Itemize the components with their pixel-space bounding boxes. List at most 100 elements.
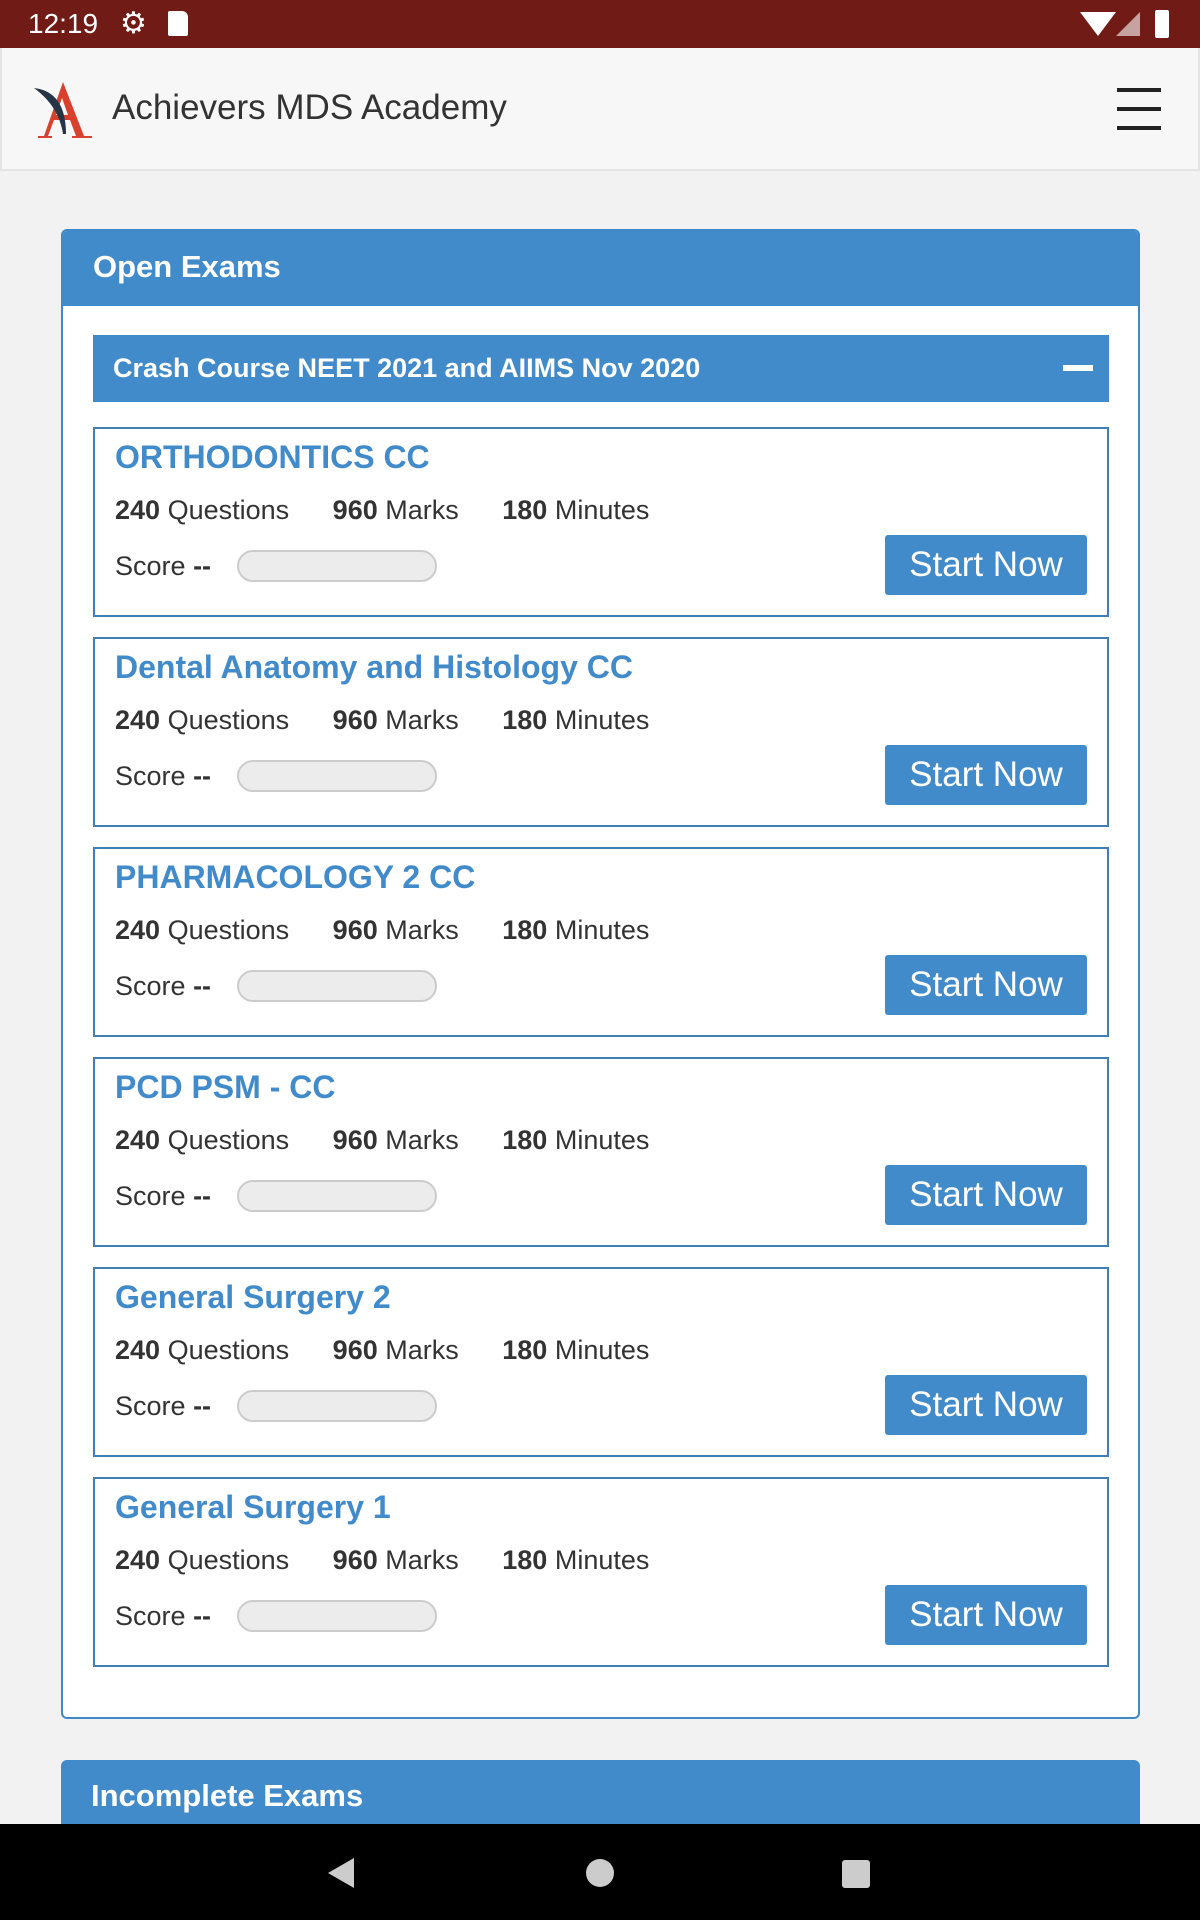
questions-count: 240 — [115, 1125, 161, 1155]
open-exams-title: Open Exams — [63, 231, 1138, 306]
score: Score -- — [115, 761, 211, 792]
score-value: -- — [193, 1181, 212, 1211]
course-section-header[interactable]: Crash Course NEET 2021 and AIIMS Nov 202… — [93, 335, 1109, 402]
navigation-bar — [0, 1824, 1200, 1920]
marks-count: 960 — [332, 705, 378, 735]
exam-card: PHARMACOLOGY 2 CC 240 Questions 960 Mark… — [93, 847, 1109, 1037]
status-bar: 12:19 ⚙ — [0, 0, 1200, 48]
battery-icon — [1155, 10, 1169, 38]
minutes-label: Minutes — [554, 1125, 650, 1155]
questions-label: Questions — [167, 1335, 290, 1365]
marks-label: Marks — [385, 1335, 459, 1365]
score-label: Score — [115, 761, 186, 791]
marks-count: 960 — [332, 915, 378, 945]
score-label: Score — [115, 551, 186, 581]
settings-icon: ⚙ — [120, 7, 147, 40]
score: Score -- — [115, 1601, 211, 1632]
questions-count: 240 — [115, 1545, 161, 1575]
marks-count: 960 — [332, 1545, 378, 1575]
minutes-label: Minutes — [554, 705, 650, 735]
exam-stats: 240 Questions 960 Marks 180 Minutes — [115, 495, 649, 526]
exam-stats: 240 Questions 960 Marks 180 Minutes — [115, 705, 649, 736]
score-label: Score — [115, 1601, 186, 1631]
marks-label: Marks — [385, 1125, 459, 1155]
wifi-icon — [1080, 12, 1116, 36]
academy-logo[interactable] — [32, 78, 94, 140]
questions-label: Questions — [167, 915, 290, 945]
exam-title[interactable]: General Surgery 2 — [115, 1279, 391, 1316]
minutes-label: Minutes — [554, 495, 650, 525]
start-now-button[interactable]: Start Now — [885, 1165, 1087, 1225]
start-now-button[interactable]: Start Now — [885, 1585, 1087, 1645]
minutes-count: 180 — [502, 1545, 548, 1575]
minutes-count: 180 — [502, 915, 548, 945]
marks-count: 960 — [332, 1335, 378, 1365]
marks-label: Marks — [385, 705, 459, 735]
questions-count: 240 — [115, 495, 161, 525]
marks-count: 960 — [332, 1125, 378, 1155]
questions-count: 240 — [115, 915, 161, 945]
exam-stats: 240 Questions 960 Marks 180 Minutes — [115, 1335, 649, 1366]
exam-stats: 240 Questions 960 Marks 180 Minutes — [115, 1125, 649, 1156]
course-section-title: Crash Course NEET 2021 and AIIMS Nov 202… — [113, 353, 701, 383]
exam-title[interactable]: Dental Anatomy and Histology CC — [115, 649, 633, 686]
score-value: -- — [193, 1601, 212, 1631]
exam-stats: 240 Questions 960 Marks 180 Minutes — [115, 1545, 649, 1576]
minutes-count: 180 — [502, 495, 548, 525]
minutes-count: 180 — [502, 1125, 548, 1155]
exam-card: PCD PSM - CC 240 Questions 960 Marks 180… — [93, 1057, 1109, 1247]
exam-title[interactable]: ORTHODONTICS CC — [115, 439, 430, 476]
marks-label: Marks — [385, 1545, 459, 1575]
open-exams-panel: Open Exams Crash Course NEET 2021 and AI… — [61, 229, 1140, 1719]
score-progress-bar — [237, 1180, 437, 1212]
score-label: Score — [115, 971, 186, 1001]
questions-label: Questions — [167, 1545, 290, 1575]
questions-label: Questions — [167, 705, 290, 735]
score-progress-bar — [237, 1390, 437, 1422]
score-value: -- — [193, 1391, 212, 1421]
signal-icon — [1116, 12, 1140, 36]
score: Score -- — [115, 971, 211, 1002]
start-now-button[interactable]: Start Now — [885, 955, 1087, 1015]
score: Score -- — [115, 1181, 211, 1212]
minutes-label: Minutes — [554, 1335, 650, 1365]
sd-card-icon — [168, 11, 188, 36]
home-icon[interactable] — [586, 1859, 614, 1887]
questions-label: Questions — [167, 1125, 290, 1155]
exam-card: ORTHODONTICS CC 240 Questions 960 Marks … — [93, 427, 1109, 617]
score-value: -- — [193, 971, 212, 1001]
minutes-label: Minutes — [554, 1545, 650, 1575]
score-progress-bar — [237, 550, 437, 582]
app-header: Achievers MDS Academy — [0, 48, 1200, 171]
questions-label: Questions — [167, 495, 290, 525]
collapse-icon[interactable] — [1063, 365, 1093, 371]
score-value: -- — [193, 551, 212, 581]
questions-count: 240 — [115, 705, 161, 735]
score: Score -- — [115, 1391, 211, 1422]
minutes-label: Minutes — [554, 915, 650, 945]
exam-title[interactable]: PHARMACOLOGY 2 CC — [115, 859, 475, 896]
exam-card: General Surgery 2 240 Questions 960 Mark… — [93, 1267, 1109, 1457]
start-now-button[interactable]: Start Now — [885, 1375, 1087, 1435]
incomplete-exams-title: Incomplete Exams — [91, 1778, 364, 1813]
recents-icon[interactable] — [842, 1860, 870, 1888]
score-progress-bar — [237, 970, 437, 1002]
exam-card: General Surgery 1 240 Questions 960 Mark… — [93, 1477, 1109, 1667]
exam-stats: 240 Questions 960 Marks 180 Minutes — [115, 915, 649, 946]
score: Score -- — [115, 551, 211, 582]
score-label: Score — [115, 1181, 186, 1211]
minutes-count: 180 — [502, 705, 548, 735]
exam-card: Dental Anatomy and Histology CC 240 Ques… — [93, 637, 1109, 827]
start-now-button[interactable]: Start Now — [885, 535, 1087, 595]
exam-title[interactable]: General Surgery 1 — [115, 1489, 391, 1526]
score-progress-bar — [237, 1600, 437, 1632]
app-title: Achievers MDS Academy — [112, 88, 507, 127]
exam-title[interactable]: PCD PSM - CC — [115, 1069, 335, 1106]
marks-count: 960 — [332, 495, 378, 525]
back-icon[interactable] — [328, 1858, 354, 1888]
status-time: 12:19 — [28, 8, 99, 39]
score-value: -- — [193, 761, 212, 791]
start-now-button[interactable]: Start Now — [885, 745, 1087, 805]
score-label: Score — [115, 1391, 186, 1421]
menu-button[interactable] — [1117, 88, 1161, 130]
